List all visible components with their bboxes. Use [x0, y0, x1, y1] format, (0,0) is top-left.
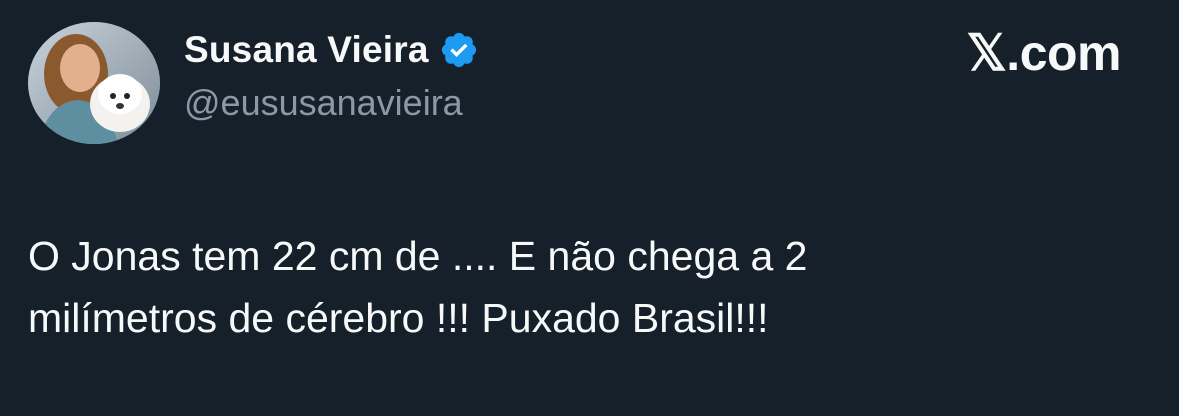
avatar[interactable]: [28, 22, 160, 144]
tweet-text-line: O Jonas tem 22 cm de .... E não chega a …: [28, 233, 808, 279]
tweet-card: Susana Vieira @eususanavieira 𝕏.com O Jo…: [0, 0, 1179, 416]
display-name[interactable]: Susana Vieira: [184, 29, 429, 71]
profile-photo-icon: [28, 22, 160, 144]
x-logo: 𝕏.com: [966, 25, 1122, 81]
tweet-text-line: milímetros de cérebro !!! Puxado Brasil!…: [28, 295, 769, 341]
verified-badge-icon: [439, 30, 479, 70]
tweet-text: O Jonas tem 22 cm de .... E não chega a …: [28, 225, 1138, 349]
author-name-row: Susana Vieira: [184, 28, 479, 72]
author-handle[interactable]: @eususanavieira: [184, 82, 463, 124]
